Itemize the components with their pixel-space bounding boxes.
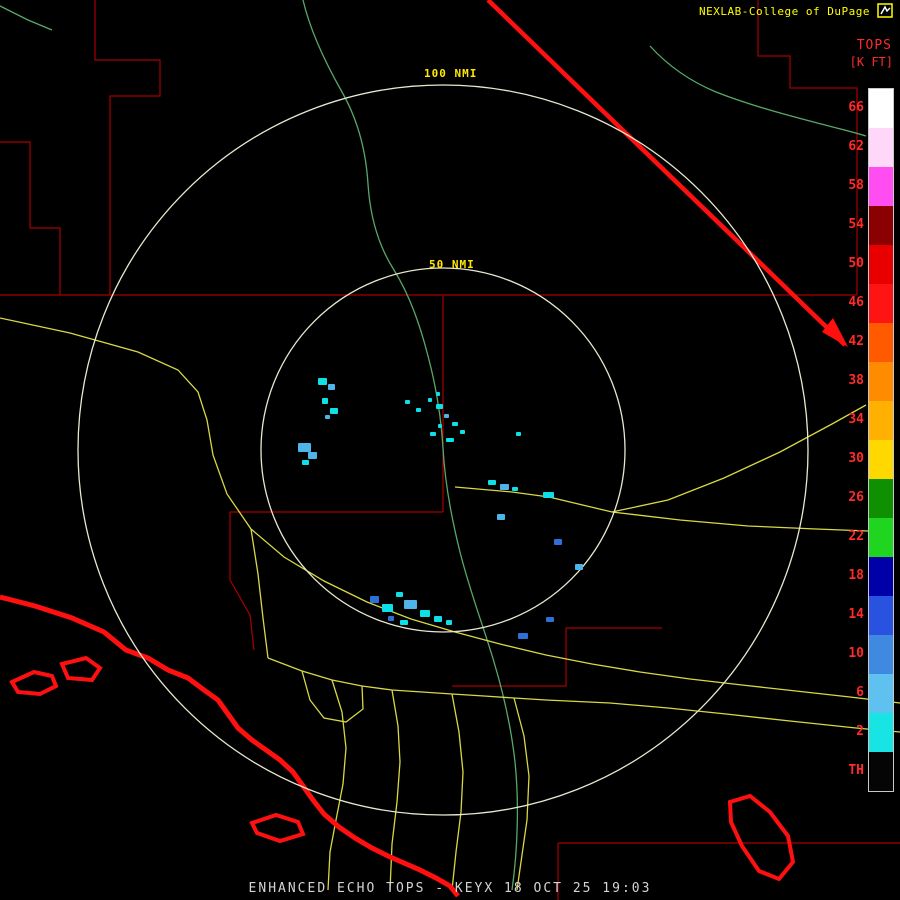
cod-logo-icon (877, 3, 893, 18)
scale-cell-58 (869, 167, 893, 206)
scale-tick-10: 10 (848, 646, 864, 661)
echo-blob (543, 492, 554, 498)
echo-blob (500, 484, 509, 490)
echo-blob (452, 422, 458, 426)
product-caption: ENHANCED ECHO TOPS - KEYX 18 OCT 25 19:0… (248, 881, 652, 896)
scale-colorbar (868, 88, 894, 792)
scale-cell-38 (869, 362, 893, 401)
echo-blob (512, 487, 518, 491)
scale-title: TOPS (856, 38, 892, 53)
scale-cell-10 (869, 635, 893, 674)
echo-blob (430, 432, 436, 436)
scale-tick-26: 26 (848, 490, 864, 505)
scale-cell-14 (869, 596, 893, 635)
scale-tick-50: 50 (848, 256, 864, 271)
echo-blob (328, 384, 335, 390)
echo-blob (444, 414, 449, 418)
scale-cell-50 (869, 245, 893, 284)
echo-blob (330, 408, 338, 414)
echo-blob (298, 443, 311, 452)
echo-blob (370, 596, 379, 603)
scale-tick-66: 66 (848, 100, 864, 115)
scale-tick-30: 30 (848, 451, 864, 466)
echo-blob (436, 404, 443, 409)
echo-blob (405, 400, 410, 404)
ring-label-100nmi: 100 NMI (424, 67, 478, 80)
scale-tick-42: 42 (848, 334, 864, 349)
scale-tick-62: 62 (848, 139, 864, 154)
scale-cell-30 (869, 440, 893, 479)
echo-blob (325, 415, 330, 419)
scale-tick-38: 38 (848, 373, 864, 388)
echo-blob (428, 398, 432, 402)
echo-blob (518, 633, 528, 639)
scale-cell-34 (869, 401, 893, 440)
scale-cell-18 (869, 557, 893, 596)
echo-blob (318, 378, 327, 385)
echo-blob (446, 620, 452, 625)
scale-labels: 66 62 58 54 50 46 42 38 34 30 26 22 18 14 10 6 2 TH (834, 88, 864, 790)
scale-tick-14: 14 (848, 607, 864, 622)
echo-blob (322, 398, 328, 404)
scale-cell-TH (869, 752, 893, 791)
ring-label-50nmi: 50 NMI (429, 258, 475, 271)
echo-blob (434, 616, 442, 622)
echo-blob (488, 480, 496, 485)
scale-cell-46 (869, 284, 893, 323)
echo-blob (420, 610, 430, 617)
echo-blob (308, 452, 317, 459)
scale-cell-2 (869, 713, 893, 752)
echo-blob (554, 539, 562, 545)
echo-blob (436, 392, 440, 396)
scale-tick-2: 2 (856, 724, 864, 739)
scale-cell-26 (869, 479, 893, 518)
scale-cell-42 (869, 323, 893, 362)
scale-cell-22 (869, 518, 893, 557)
echo-blob (575, 564, 583, 570)
radar-display: 100 NMI 50 NMI NEXLAB-College of DuPage … (0, 0, 900, 900)
scale-tick-58: 58 (848, 178, 864, 193)
echo-blob (546, 617, 554, 622)
echo-blob (388, 616, 394, 621)
echo-blob (404, 600, 417, 609)
echo-blob (400, 620, 408, 625)
echo-blob (446, 438, 454, 442)
scale-tick-22: 22 (848, 529, 864, 544)
brand-text: NEXLAB-College of DuPage (699, 5, 870, 18)
echo-blob (438, 424, 442, 428)
echo-blob (302, 460, 309, 465)
scale-tick-6: 6 (856, 685, 864, 700)
echo-layer (0, 0, 900, 900)
scale-cell-66 (869, 89, 893, 128)
echo-blob (382, 604, 393, 612)
echo-blob (497, 514, 505, 520)
scale-tick-TH: TH (848, 763, 864, 778)
echo-blob (396, 592, 403, 597)
echo-blob (516, 432, 521, 436)
echo-blob (460, 430, 465, 434)
scale-cell-54 (869, 206, 893, 245)
scale-tick-46: 46 (848, 295, 864, 310)
scale-tick-54: 54 (848, 217, 864, 232)
scale-units: [K FT] (849, 55, 893, 69)
scale-tick-34: 34 (848, 412, 864, 427)
scale-cell-6 (869, 674, 893, 713)
echo-blob (416, 408, 421, 412)
scale-tick-18: 18 (848, 568, 864, 583)
scale-cell-62 (869, 128, 893, 167)
